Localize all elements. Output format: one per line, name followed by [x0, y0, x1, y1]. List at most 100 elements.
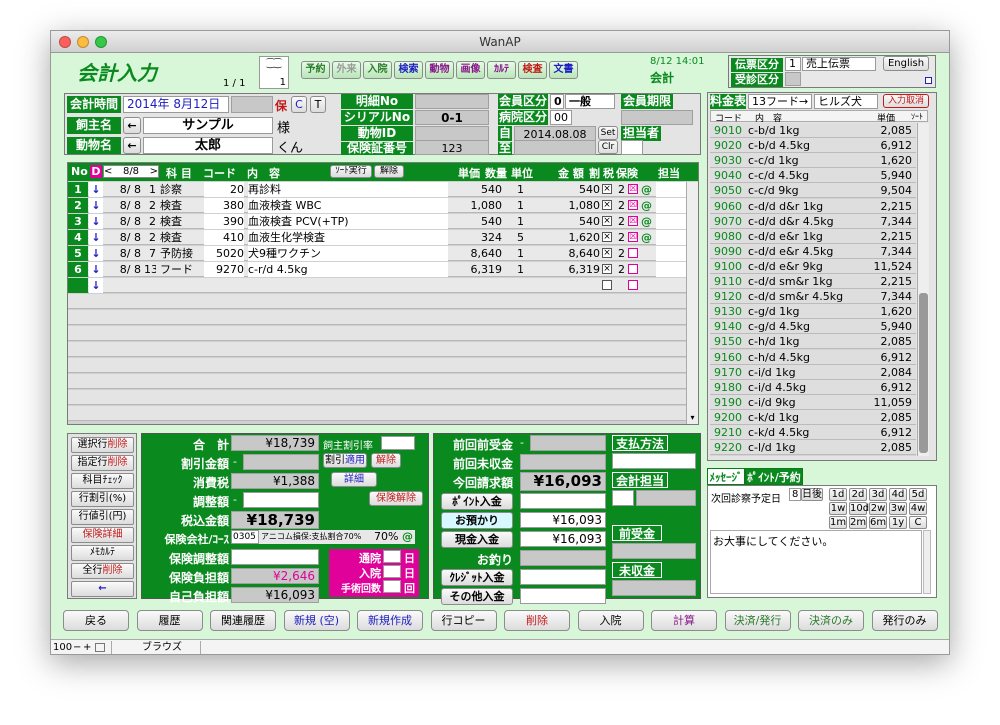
row-down-arrow-icon[interactable]: ↓ — [89, 278, 103, 293]
price-row[interactable]: 9060 c-d/d d&r 1kg 2,215 — [710, 198, 916, 214]
insurance-at-icon[interactable]: @ — [641, 230, 653, 245]
quick-date-button[interactable]: 2m — [849, 516, 867, 529]
owner-name-field[interactable]: サンプル — [143, 117, 273, 134]
price-row[interactable]: 9220 c-l/d 1kg 2,085 — [710, 440, 916, 456]
left-action-button[interactable]: 行値引(円) — [71, 509, 134, 525]
cell-subject[interactable]: 検査 — [160, 198, 200, 213]
header-tab[interactable]: ｶﾙﾃ — [487, 61, 516, 79]
cell-code[interactable]: 410 — [204, 230, 244, 245]
insurance-no-field[interactable]: 123 — [415, 140, 489, 155]
cell-subj-no[interactable]: 2 — [144, 198, 156, 213]
point-deposit-field[interactable] — [520, 493, 606, 509]
to-date-field[interactable] — [514, 140, 596, 155]
cell-person[interactable] — [656, 262, 686, 277]
english-button[interactable]: English — [883, 56, 929, 71]
point-deposit-button[interactable]: ﾎﾟｲﾝﾄ入金 — [441, 493, 513, 510]
price-scroll-thumb[interactable] — [919, 293, 928, 453]
cell-person[interactable] — [656, 214, 686, 229]
surgery-field[interactable] — [383, 580, 401, 593]
left-action-button[interactable]: 科目ﾁｪｯｸ — [71, 473, 134, 489]
bottom-action-button[interactable]: 計算 — [651, 610, 717, 631]
cell-subj-no[interactable]: 2 — [144, 230, 156, 245]
quick-date-button[interactable]: 3d — [869, 488, 887, 501]
discount-checkbox[interactable] — [602, 280, 612, 290]
left-action-button[interactable]: 行割引(%) — [71, 491, 134, 507]
header-tab[interactable]: 動物 — [425, 61, 454, 79]
cell-qty[interactable]: 1 — [508, 198, 524, 213]
ins-adjust-field[interactable] — [231, 549, 319, 565]
row-down-arrow-icon[interactable]: ↓ — [89, 246, 103, 261]
discount-checkbox[interactable]: ⨯ — [602, 184, 612, 194]
quick-date-button[interactable]: 2d — [849, 488, 867, 501]
cell-date[interactable]: 8/ 8 — [104, 246, 141, 261]
row-down-arrow-icon[interactable]: ↓ — [89, 230, 103, 245]
left-action-button[interactable]: 全行削除 — [71, 563, 134, 579]
table-row[interactable]: 5 ↓ 8/ 8 7 予防接 5020 犬9種ワクチン 8,640 1 8,640 2 ⨯ — [68, 246, 686, 261]
price-row[interactable]: 9070 c-d/d d&r 4.5kg 7,344 — [710, 213, 916, 229]
left-action-button[interactable]: ﾒﾓｶﾙﾃ — [71, 545, 134, 561]
quick-date-button[interactable]: 1m — [829, 516, 847, 529]
row-down-arrow-icon[interactable]: ↓ — [89, 198, 103, 213]
price-scrollbar[interactable] — [917, 123, 929, 456]
price-row[interactable]: 9100 c-d/d e&r 9kg 11,524 — [710, 258, 916, 274]
cell-price[interactable]: 324 — [438, 230, 502, 245]
cell-content[interactable]: 再診料 — [248, 182, 448, 197]
clr-button[interactable]: Clr — [598, 140, 618, 154]
insurance-at-icon[interactable]: @ — [641, 182, 653, 197]
cell-code[interactable]: 380 — [204, 198, 244, 213]
insurance-checkbox[interactable]: ☒ — [628, 232, 638, 242]
from-date-field[interactable]: 2014.08.08 — [514, 126, 596, 141]
price-col-sort[interactable]: ｿｰﾄ — [911, 111, 923, 122]
quick-date-button[interactable]: 4d — [889, 488, 907, 501]
zoom-out-icon[interactable]: − — [73, 640, 81, 654]
slip-num[interactable]: 1 — [785, 57, 801, 71]
header-tab[interactable]: 予約 — [301, 61, 330, 79]
member-expiry-field[interactable] — [621, 110, 693, 125]
cell-price[interactable]: 540 — [438, 182, 502, 197]
bottom-action-button[interactable]: 決済のみ — [798, 610, 864, 631]
credit-field[interactable] — [520, 569, 606, 585]
zoom-in-icon[interactable]: + — [83, 640, 91, 654]
other-deposit-button[interactable]: その他入金 — [441, 588, 513, 605]
bottom-action-button[interactable]: 削除 — [504, 610, 570, 631]
bottom-action-button[interactable]: 履歴 — [136, 610, 203, 631]
bottom-action-button[interactable]: 発行のみ — [871, 610, 938, 631]
cell-amount[interactable]: 6,319 — [548, 262, 601, 277]
price-row[interactable]: 9170 c-i/d 1kg 2,084 — [710, 364, 916, 380]
header-tab[interactable]: 検査 — [518, 61, 547, 79]
price-row[interactable]: 9140 c-g/d 4.5kg 5,940 — [710, 319, 916, 335]
header-tab[interactable]: 文書 — [549, 61, 578, 79]
price-table-selector[interactable]: 13フード→ — [748, 94, 812, 109]
set-button[interactable]: Set — [598, 126, 618, 140]
close-window-button[interactable] — [59, 36, 71, 48]
serial-field[interactable]: 0-1 — [415, 110, 489, 125]
insurance-checkbox[interactable]: ☒ — [628, 184, 638, 194]
tab-message[interactable]: ﾒｯｾｰｼﾞ — [707, 468, 745, 485]
quick-date-button[interactable]: 1d — [829, 488, 847, 501]
row-down-arrow-icon[interactable]: ↓ — [89, 182, 103, 197]
insurance-checkbox[interactable] — [628, 248, 638, 258]
header-tab[interactable]: 入院 — [363, 61, 392, 79]
ins-code-field[interactable]: 0305 — [231, 530, 259, 544]
quick-date-button[interactable]: 4w — [909, 502, 927, 515]
table-row[interactable]: 2 ↓ 8/ 8 2 検査 380 血液検査 WBC 1,080 1 1,080 2 ⨯ ☒ @ — [68, 198, 686, 213]
other-deposit-field[interactable] — [520, 588, 606, 604]
price-row[interactable]: 9050 c-c/d 9kg 9,504 — [710, 183, 916, 199]
cell-date[interactable]: 8/ 8 — [104, 198, 141, 213]
zoom-level[interactable]: 100 — [53, 640, 72, 654]
cell-person[interactable] — [656, 198, 686, 213]
discount-checkbox[interactable]: ⨯ — [602, 216, 612, 226]
credit-button[interactable]: ｸﾚｼﾞｯﾄ入金 — [441, 569, 513, 586]
insurance-at-icon[interactable]: @ — [641, 214, 653, 229]
price-row[interactable]: 9150 c-h/d 1kg 2,085 — [710, 334, 916, 350]
quick-date-button[interactable]: 6m — [869, 516, 887, 529]
price-row[interactable]: 9210 c-k/d 4.5kg 6,912 — [710, 425, 916, 440]
time-field[interactable] — [231, 96, 273, 113]
price-row[interactable]: 9040 c-c/d 4.5kg 5,940 — [710, 168, 916, 184]
table-row[interactable]: ↓ — [68, 278, 686, 293]
cash-button[interactable]: 現金入金 — [441, 531, 513, 548]
insurance-checkbox[interactable]: ☒ — [628, 216, 638, 226]
table-row[interactable] — [68, 406, 686, 421]
cell-qty[interactable]: 1 — [508, 246, 524, 261]
payment-method-field[interactable] — [612, 453, 696, 469]
